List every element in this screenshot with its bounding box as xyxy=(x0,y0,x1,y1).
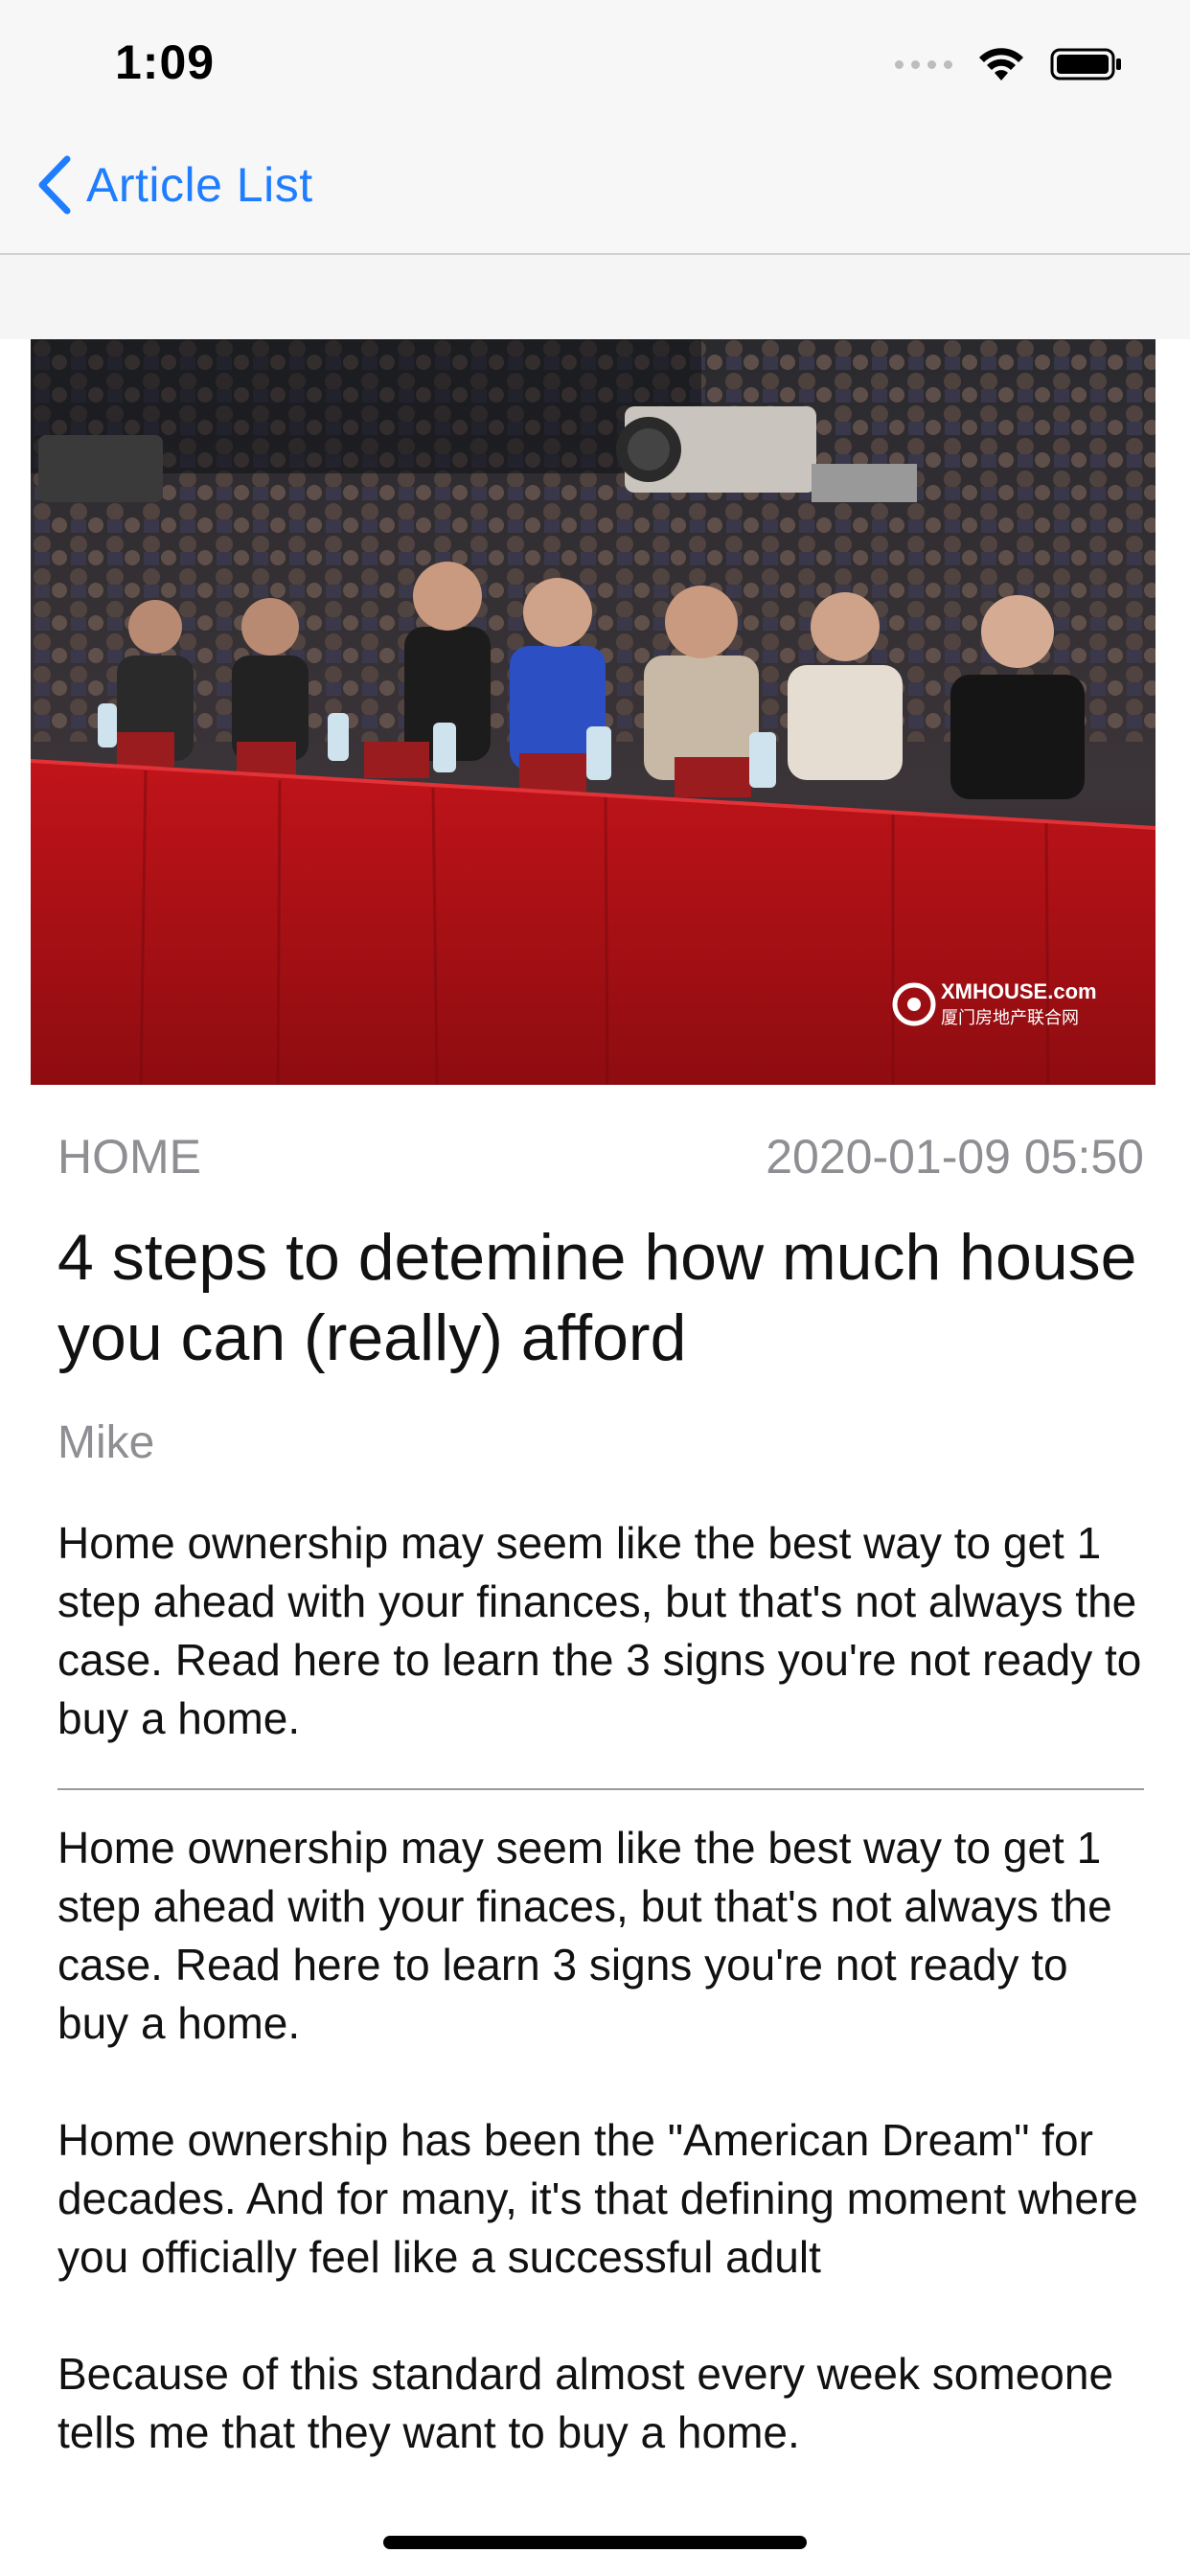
article-summary: Home ownership may seem like the best wa… xyxy=(57,1518,1142,1743)
status-time: 1:09 xyxy=(115,35,216,89)
body-paragraph: Home ownership has been the "American Dr… xyxy=(57,2115,1138,2282)
article-hero-image: XMHOUSE.com 厦门房地产联合网 xyxy=(31,339,1156,1085)
svg-text:XMHOUSE.com: XMHOUSE.com xyxy=(941,979,1097,1003)
navigation-bar: Article List xyxy=(0,126,1190,255)
body-paragraph: Because of this standard almost every we… xyxy=(57,2349,1114,2457)
article-date: 2020-01-09 05:50 xyxy=(766,1130,1144,1184)
back-button-label: Article List xyxy=(86,158,313,212)
battery-icon xyxy=(1050,48,1121,80)
article-title: 4 steps to detemine how much house you c… xyxy=(57,1221,1137,1374)
status-icons xyxy=(895,46,1123,82)
article-meta: HOME 2020-01-09 05:50 xyxy=(57,1129,1144,1184)
panel-seated-at-red-table-photo: XMHOUSE.com 厦门房地产联合网 xyxy=(31,339,1156,1085)
header-spacer xyxy=(0,255,1190,339)
svg-text:厦门房地产联合网: 厦门房地产联合网 xyxy=(941,1008,1079,1028)
article-category: HOME xyxy=(57,1130,201,1184)
home-indicator[interactable] xyxy=(383,2536,807,2549)
status-bar: 1:09 xyxy=(0,0,1190,126)
body-paragraph: Home ownership may seem like the best wa… xyxy=(57,1823,1112,2048)
article-body: Home ownership may seem like the best wa… xyxy=(57,1819,1144,2520)
back-button[interactable]: Article List xyxy=(34,155,313,215)
wifi-icon xyxy=(979,48,1023,80)
chevron-left-icon xyxy=(38,155,71,215)
cellular-signal-icon xyxy=(895,59,952,69)
article-author: Mike xyxy=(57,1417,155,1468)
divider xyxy=(57,1788,1144,1790)
